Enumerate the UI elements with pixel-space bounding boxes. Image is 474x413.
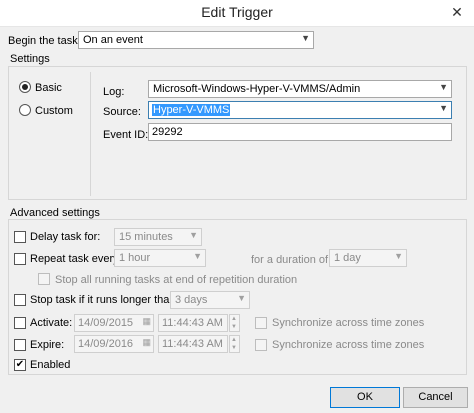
delay-label: Delay task for: [30,231,101,243]
delay-value: 15 minutes [119,231,173,243]
log-value: Microsoft-Windows-Hyper-V-VMMS/Admin [153,83,361,95]
chevron-down-icon: ▼ [439,103,448,113]
expire-date-input[interactable]: 14/09/2016 ▦ [74,335,154,353]
source-label: Source: [103,106,141,118]
stop-longer-checkbox[interactable] [14,294,26,306]
stop-running-label: Stop all running tasks at end of repetit… [55,274,298,286]
custom-radio-label: Custom [35,105,73,117]
chevron-down-icon: ▼ [394,251,403,261]
expire-time-input[interactable]: 11:44:43 AM [158,335,228,353]
expire-time-spinner[interactable]: ▲ ▼ [229,335,240,353]
radio-dot-icon [22,84,28,90]
enabled-label: Enabled [30,359,71,371]
log-select[interactable]: Microsoft-Windows-Hyper-V-VMMS/Admin ▼ [148,80,452,98]
basic-radio-label: Basic [35,82,62,94]
chevron-down-icon: ▼ [237,293,246,303]
advanced-group-label: Advanced settings [10,207,100,219]
activate-label: Activate: [30,317,73,329]
expire-label: Expire: [30,339,65,351]
chevron-down-icon: ▼ [439,82,448,92]
log-label: Log: [103,86,125,98]
activate-time-value: 11:44:43 AM [162,317,223,329]
expire-time-value: 11:44:43 AM [162,338,223,350]
repeat-duration-label: for a duration of: [251,254,332,266]
expire-date-value: 14/09/2016 [78,338,134,350]
spin-down-icon: ▼ [231,345,237,351]
stop-longer-label: Stop task if it runs longer than: [30,294,179,306]
settings-divider [90,72,91,196]
begin-task-select[interactable]: On an event ▼ [78,31,314,49]
close-icon[interactable]: ✕ [446,2,468,22]
expire-sync-checkbox[interactable] [255,339,267,351]
expire-sync-label: Synchronize across time zones [272,339,425,351]
event-id-value: 29292 [152,126,183,138]
chevron-down-icon: ▼ [189,230,198,240]
title-bar: Edit Trigger ✕ [0,0,474,27]
spin-up-icon: ▲ [231,337,237,343]
custom-radio[interactable] [19,104,31,116]
window-title: Edit Trigger [201,4,273,20]
repeat-duration-select[interactable]: 1 day ▼ [329,249,407,267]
source-value: Hyper-V-VMMS [152,104,231,116]
stop-longer-select[interactable]: 3 days ▼ [170,291,250,309]
cancel-button[interactable]: Cancel [403,387,468,408]
activate-checkbox[interactable] [14,317,26,329]
activate-time-spinner[interactable]: ▲ ▼ [229,314,240,332]
expire-checkbox[interactable] [14,339,26,351]
delay-checkbox[interactable] [14,231,26,243]
stop-longer-value: 3 days [175,294,208,306]
chevron-down-icon: ▼ [193,251,202,261]
activate-date-input[interactable]: 14/09/2015 ▦ [74,314,154,332]
repeat-select[interactable]: 1 hour ▼ [114,249,206,267]
begin-task-label: Begin the task: [8,35,81,47]
enabled-checkbox[interactable]: ✔ [14,359,26,371]
activate-time-input[interactable]: 11:44:43 AM [158,314,228,332]
repeat-label: Repeat task every: [30,253,122,265]
stop-running-checkbox[interactable] [38,273,50,285]
ok-button[interactable]: OK [330,387,400,408]
activate-sync-label: Synchronize across time zones [272,317,425,329]
activate-sync-checkbox[interactable] [255,317,267,329]
repeat-value: 1 hour [119,252,151,264]
activate-date-value: 14/09/2015 [78,317,134,329]
chevron-down-icon: ▼ [301,33,310,43]
event-id-input[interactable]: 29292 [148,123,452,141]
delay-select[interactable]: 15 minutes ▼ [114,228,202,246]
spin-down-icon: ▼ [231,324,237,330]
calendar-icon[interactable]: ▦ [142,337,151,348]
repeat-duration-value: 1 day [334,252,361,264]
event-id-label: Event ID: [103,129,149,141]
source-select[interactable]: Hyper-V-VMMS ▼ [148,101,452,119]
begin-task-value: On an event [83,34,143,46]
settings-group-label: Settings [10,53,50,65]
repeat-checkbox[interactable] [14,253,26,265]
checkmark-icon: ✔ [15,359,25,370]
source-selected-text: Hyper-V-VMMS [152,104,231,116]
spin-up-icon: ▲ [231,316,237,322]
calendar-icon[interactable]: ▦ [142,316,151,327]
basic-radio[interactable] [19,81,31,93]
